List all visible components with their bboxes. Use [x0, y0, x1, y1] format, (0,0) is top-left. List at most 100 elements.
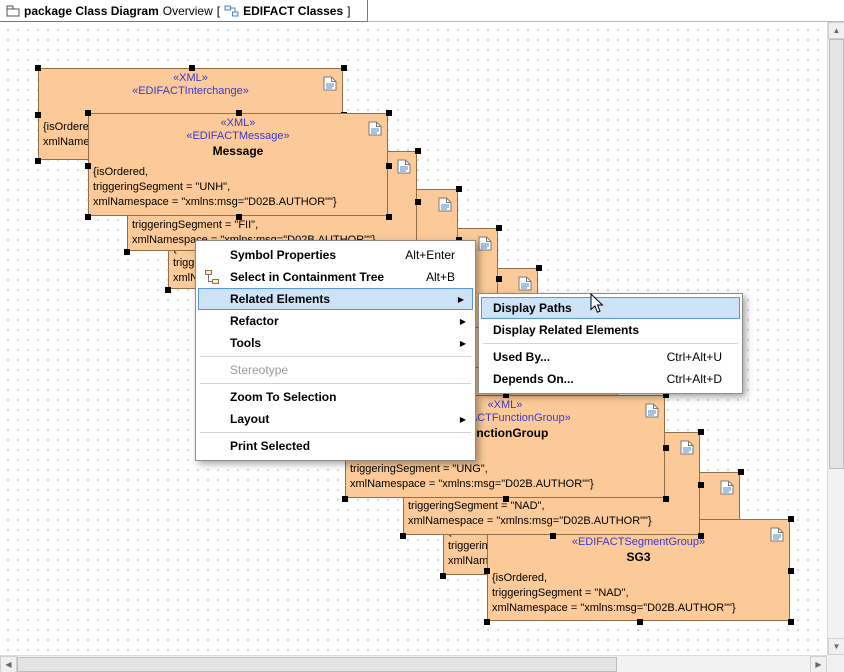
stereotype-label: «XML»: [39, 72, 342, 85]
header-package-label: package Class Diagram: [24, 4, 159, 18]
documentation-icon: [680, 440, 694, 455]
horizontal-scroll-thumb[interactable]: [17, 657, 617, 672]
selection-handle[interactable]: [400, 533, 406, 539]
menu-item-layout[interactable]: Layout▶: [196, 408, 475, 430]
scroll-left-button[interactable]: ◀: [0, 656, 17, 672]
submenu-arrow-icon: ▶: [458, 295, 464, 304]
header-close-bracket: ]: [347, 4, 350, 18]
class-name: Message: [89, 143, 387, 159]
menu-item-select-in-containment-tree[interactable]: Select in Containment TreeAlt+B: [196, 266, 475, 288]
selection-handle[interactable]: [484, 619, 490, 625]
constraint-line: triggeringSegment = "UNG",: [350, 462, 664, 477]
constraint-line: {isOrdered,: [93, 165, 387, 180]
constraint-line: triggeringSegment = "FII",: [132, 218, 416, 233]
menu-shortcut: Ctrl+Alt+U: [667, 350, 722, 364]
constraint-line: triggeringSegment = "NAD",: [492, 586, 789, 601]
constraint-line: xmlNamespace = "xmlns:msg="D02B.AUTHOR""…: [93, 195, 387, 210]
selection-handle[interactable]: [440, 573, 446, 579]
selection-handle[interactable]: [663, 445, 669, 451]
selection-handle[interactable]: [496, 276, 502, 282]
selection-handle[interactable]: [698, 533, 704, 539]
selection-handle[interactable]: [788, 516, 794, 522]
menu-shortcut: Alt+B: [426, 270, 455, 284]
menu-item-label: Zoom To Selection: [230, 390, 336, 404]
selection-handle[interactable]: [35, 158, 41, 164]
selection-handle[interactable]: [484, 568, 490, 574]
selection-handle[interactable]: [85, 163, 91, 169]
submenu-arrow-icon: ▶: [460, 317, 466, 326]
selection-handle[interactable]: [738, 469, 744, 475]
constraint-line: {isOrdered,: [492, 571, 789, 586]
submenu-item-display-related-elements[interactable]: Display Related Elements: [479, 319, 742, 341]
selection-handle[interactable]: [236, 214, 242, 220]
selection-handle[interactable]: [415, 199, 421, 205]
menu-item-label: Used By...: [493, 350, 550, 364]
stereotype-label: «EDIFACTSegmentGroup»: [488, 536, 789, 549]
vertical-scroll-thumb[interactable]: [829, 39, 844, 469]
submenu-item-used-by[interactable]: Used By... Ctrl+Alt+U: [479, 346, 742, 368]
header-view-label: Overview: [163, 4, 213, 18]
menu-shortcut: Alt+Enter: [405, 248, 455, 262]
class-box-message[interactable]: «XML»«EDIFACTMessage»Message{isOrdered,t…: [88, 113, 388, 216]
menu-item-refactor[interactable]: Refactor▶: [196, 310, 475, 332]
selection-handle[interactable]: [35, 112, 41, 118]
scroll-down-button[interactable]: ▼: [828, 638, 844, 655]
selection-handle[interactable]: [236, 110, 242, 116]
stereotype-label: «EDIFACTMessage»: [89, 130, 387, 143]
constraint-line: xmlNamespace = "xmlns:msg="D02B.AUTHOR""…: [350, 477, 664, 492]
selection-handle[interactable]: [85, 110, 91, 116]
scroll-up-button[interactable]: ▲: [828, 22, 844, 39]
vertical-scrollbar[interactable]: ▲ ▼: [827, 22, 844, 655]
selection-handle[interactable]: [386, 163, 392, 169]
selection-handle[interactable]: [788, 568, 794, 574]
submenu-item-depends-on[interactable]: Depends On... Ctrl+Alt+D: [479, 368, 742, 390]
submenu-item-display-paths[interactable]: Display Paths: [481, 297, 740, 319]
selection-handle[interactable]: [788, 619, 794, 625]
selection-handle[interactable]: [663, 496, 669, 502]
documentation-icon: [323, 76, 337, 91]
scroll-right-button[interactable]: ▶: [810, 656, 827, 672]
selection-handle[interactable]: [698, 482, 704, 488]
diagram-header-bar: package Class Diagram Overview [ EDIFACT…: [0, 0, 844, 22]
selection-handle[interactable]: [637, 619, 643, 625]
selection-handle[interactable]: [536, 265, 542, 271]
containment-tree-icon: [204, 269, 220, 285]
selection-handle[interactable]: [415, 148, 421, 154]
selection-handle[interactable]: [386, 110, 392, 116]
diagram-tab[interactable]: package Class Diagram Overview [ EDIFACT…: [0, 0, 368, 22]
menu-item-label: Print Selected: [230, 439, 310, 453]
selection-handle[interactable]: [35, 65, 41, 71]
selection-handle[interactable]: [503, 496, 509, 502]
selection-handle[interactable]: [550, 533, 556, 539]
menu-item-label: Symbol Properties: [230, 248, 336, 262]
submenu-arrow-icon: ▶: [460, 339, 466, 348]
selection-handle[interactable]: [456, 186, 462, 192]
menu-item-tools[interactable]: Tools ▶: [196, 332, 475, 354]
menu-item-print-selected[interactable]: Print Selected: [196, 435, 475, 457]
left-arrow-icon: ◀: [5, 660, 11, 669]
selection-handle[interactable]: [496, 225, 502, 231]
selection-handle[interactable]: [698, 429, 704, 435]
scrollbar-corner: [827, 655, 844, 672]
menu-item-label: Related Elements: [230, 292, 330, 306]
menu-item-symbol-properties[interactable]: Symbol Properties Alt+Enter: [196, 244, 475, 266]
related-elements-submenu: Display Paths Display Related Elements Use…: [478, 293, 743, 394]
menu-item-related-elements[interactable]: Related Elements ▶: [198, 288, 473, 310]
menu-item-zoom-to-selection[interactable]: Zoom To Selection: [196, 386, 475, 408]
menu-item-label: Display Related Elements: [493, 323, 639, 337]
selection-handle[interactable]: [189, 65, 195, 71]
menu-separator: [200, 432, 471, 433]
selection-handle[interactable]: [341, 65, 347, 71]
constraint-line: xmlNamespace = "xmlns:msg="D02B.AUTHOR""…: [408, 514, 699, 529]
selection-handle[interactable]: [386, 214, 392, 220]
selection-handle[interactable]: [342, 496, 348, 502]
documentation-icon: [770, 527, 784, 542]
selection-handle[interactable]: [124, 249, 130, 255]
selection-handle[interactable]: [165, 287, 171, 293]
menu-shortcut: Ctrl+Alt+D: [667, 372, 722, 386]
constraint-line: triggeringSegment = "UNH",: [93, 180, 387, 195]
menu-item-label: Tools: [230, 336, 261, 350]
horizontal-scrollbar[interactable]: ◀ ▶: [0, 655, 827, 672]
menu-item-label: Depends On...: [493, 372, 574, 386]
selection-handle[interactable]: [85, 214, 91, 220]
